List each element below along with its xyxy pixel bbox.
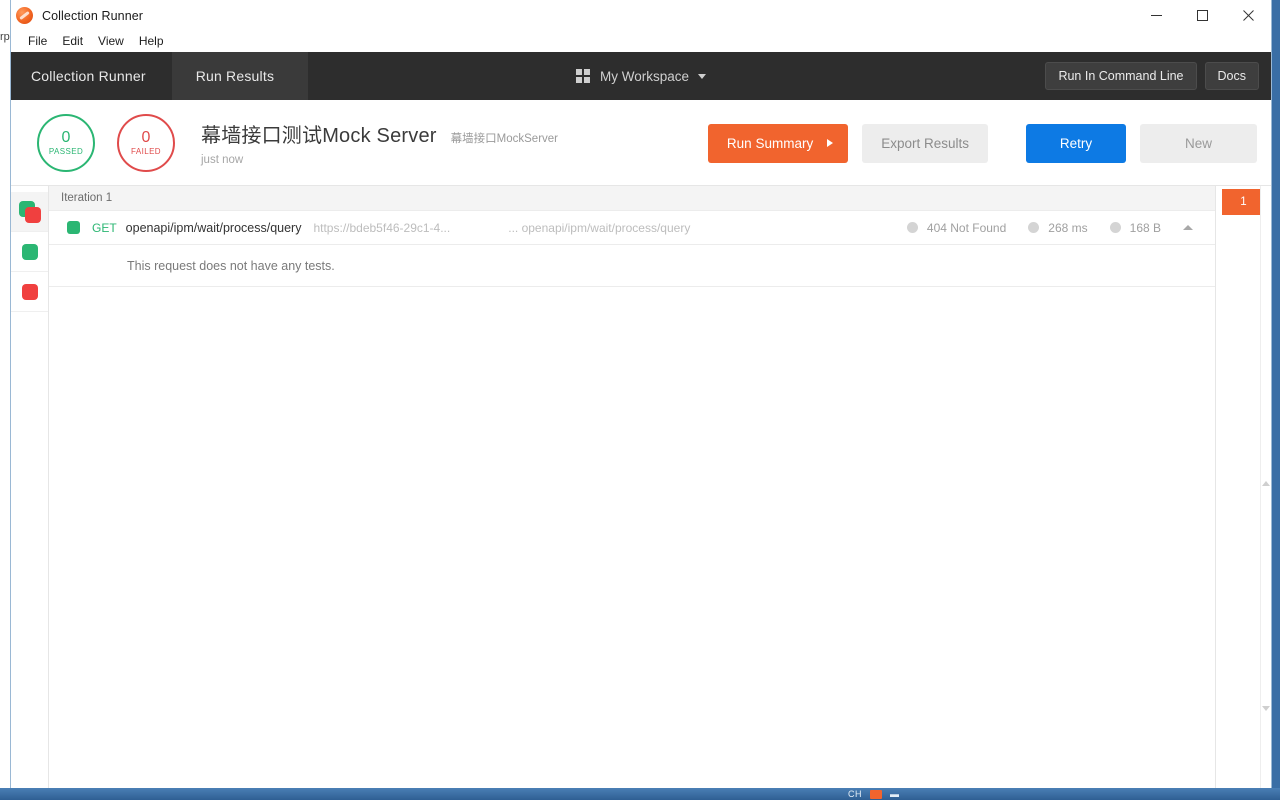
request-stats: 404 Not Found 268 ms 168 B bbox=[906, 220, 1161, 235]
export-results-button[interactable]: Export Results bbox=[862, 123, 988, 163]
chevron-down-icon bbox=[698, 73, 707, 79]
play-arrow-icon bbox=[827, 139, 834, 147]
failed-label: FAILED bbox=[131, 147, 161, 156]
desktop-left-strip: rp bbox=[0, 0, 10, 800]
minimize-icon[interactable] bbox=[1133, 0, 1179, 31]
collection-name: 幕墙接口MockServer bbox=[450, 133, 559, 145]
header-actions: Run In Command Line Docs bbox=[1045, 52, 1259, 100]
request-method: GET bbox=[92, 220, 117, 235]
taskbar: CH ▬ bbox=[0, 788, 1280, 800]
size-text: 168 B bbox=[1129, 220, 1161, 235]
iteration-header: Iteration 1 bbox=[49, 186, 1215, 211]
tab-collection-runner[interactable]: Collection Runner bbox=[11, 52, 172, 100]
tab-collection-runner-label: Collection Runner bbox=[31, 68, 146, 84]
request-name: openapi/ipm/wait/process/query bbox=[125, 220, 302, 235]
menu-item-view[interactable]: View bbox=[91, 32, 131, 51]
filter-rail bbox=[11, 186, 49, 791]
method-status-icon bbox=[67, 221, 80, 234]
run-summary-button[interactable]: Run Summary bbox=[707, 123, 849, 163]
scroll-up-arrow-icon[interactable] bbox=[1262, 481, 1270, 486]
header-tabs: Collection Runner Run Results bbox=[11, 52, 309, 100]
passed-counter: 0 PASSED bbox=[37, 113, 95, 172]
page-title: 幕墙接口测试Mock Server bbox=[201, 125, 437, 147]
minimap-iteration-badge[interactable]: 1 bbox=[1222, 189, 1265, 215]
table-row[interactable]: GET openapi/ipm/wait/process/query https… bbox=[49, 211, 1215, 245]
run-meta: 幕墙接口测试Mock Server 幕墙接口MockServer just no… bbox=[201, 119, 558, 166]
app-header: Collection Runner Run Results My Workspa… bbox=[11, 52, 1271, 100]
taskbar-tray: CH ▬ bbox=[848, 788, 900, 800]
window-title: Collection Runner bbox=[42, 8, 144, 23]
all-results-icon bbox=[18, 200, 41, 223]
window-controls bbox=[1133, 0, 1271, 31]
run-summary-strip: 0 PASSED 0 FAILED 幕墙接口测试Mock Server 幕墙接口… bbox=[11, 100, 1271, 186]
request-url-left: https://bdeb5f46-29c1-4... bbox=[313, 220, 451, 235]
maximize-icon[interactable] bbox=[1179, 0, 1225, 31]
size-badge: 168 B bbox=[1109, 220, 1161, 235]
menu-item-help[interactable]: Help bbox=[132, 32, 171, 51]
filter-all[interactable] bbox=[11, 192, 48, 232]
new-button[interactable]: New bbox=[1140, 123, 1257, 163]
filter-passed[interactable] bbox=[11, 232, 48, 272]
tab-run-results-label: Run Results bbox=[195, 68, 275, 84]
taskbar-ime-label[interactable]: CH bbox=[848, 789, 862, 799]
title-bar: Collection Runner bbox=[11, 0, 1271, 31]
close-icon[interactable] bbox=[1225, 0, 1271, 31]
tab-run-results[interactable]: Run Results bbox=[171, 52, 309, 100]
menu-item-file[interactable]: File bbox=[21, 32, 54, 51]
passed-count: 0 bbox=[61, 129, 71, 146]
time-badge: 268 ms bbox=[1028, 220, 1088, 235]
time-text: 268 ms bbox=[1048, 220, 1088, 235]
status-badge: 404 Not Found bbox=[906, 220, 1007, 235]
taskbar-extra-icon[interactable]: ▬ bbox=[890, 789, 900, 799]
workspace-label: My Workspace bbox=[599, 68, 690, 84]
workspace-selector[interactable]: My Workspace bbox=[575, 52, 707, 100]
time-dot-icon bbox=[1028, 222, 1040, 233]
scroll-down-arrow-icon[interactable] bbox=[1262, 706, 1270, 711]
run-summary-label: Run Summary bbox=[726, 135, 814, 151]
run-in-command-line-button[interactable]: Run In Command Line bbox=[1045, 62, 1197, 90]
collection-runner-window: Collection Runner File Edit View Help Co… bbox=[10, 0, 1272, 792]
request-url-right: ... openapi/ipm/wait/process/query bbox=[508, 220, 691, 235]
menu-item-edit[interactable]: Edit bbox=[55, 32, 90, 51]
docs-button[interactable]: Docs bbox=[1204, 62, 1259, 90]
menu-bar: File Edit View Help bbox=[11, 31, 1271, 52]
summary-actions: Run Summary Export Results Retry New bbox=[707, 100, 1257, 186]
desktop-ghost-text: rp bbox=[0, 31, 10, 43]
postman-runner-icon bbox=[16, 7, 33, 24]
desktop-background: rp Collection Runner File Edit View Help… bbox=[0, 0, 1280, 800]
size-dot-icon bbox=[1109, 222, 1121, 233]
run-timestamp: just now bbox=[201, 154, 244, 166]
vertical-scrollbar[interactable] bbox=[1260, 186, 1271, 791]
results-body: Iteration 1 GET openapi/ipm/wait/process… bbox=[11, 186, 1271, 791]
filter-failed[interactable] bbox=[11, 272, 48, 312]
failed-counter: 0 FAILED bbox=[117, 113, 175, 172]
taskbar-app-icon[interactable] bbox=[870, 789, 882, 799]
status-dot-icon bbox=[906, 222, 918, 233]
passed-label: PASSED bbox=[48, 147, 84, 156]
passed-filter-icon bbox=[21, 243, 38, 260]
grid-icon bbox=[575, 69, 590, 83]
run-title-line: 幕墙接口测试Mock Server 幕墙接口MockServer bbox=[201, 119, 558, 148]
no-tests-message: This request does not have any tests. bbox=[49, 245, 1215, 287]
retry-button[interactable]: Retry bbox=[1026, 123, 1126, 163]
failed-filter-icon bbox=[21, 283, 38, 300]
status-text: 404 Not Found bbox=[926, 220, 1007, 235]
results-list: Iteration 1 GET openapi/ipm/wait/process… bbox=[49, 186, 1216, 791]
failed-count: 0 bbox=[141, 129, 151, 146]
chevron-up-icon[interactable] bbox=[1183, 225, 1193, 230]
